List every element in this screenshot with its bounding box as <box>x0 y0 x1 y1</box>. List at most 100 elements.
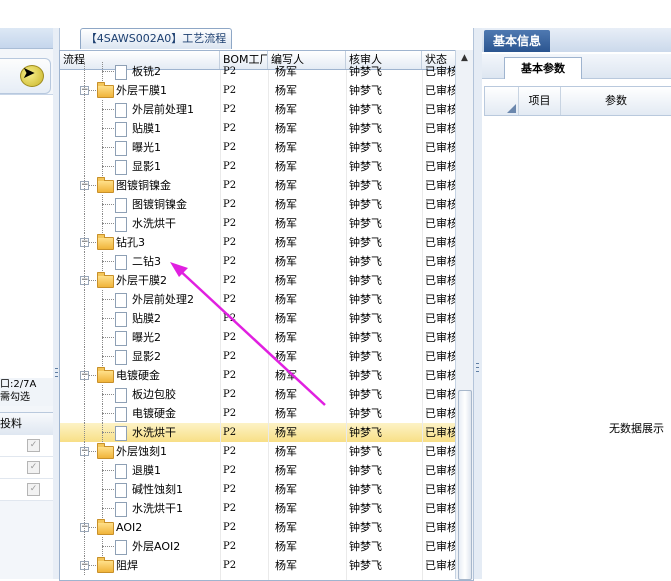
cell-reviewer: 钟梦飞 <box>349 179 382 192</box>
tree-connector <box>84 347 85 366</box>
cell-writer: 杨军 <box>275 122 297 135</box>
tree-step-row[interactable]: 外层AOI2 P2 杨军 钟梦飞 已审核 <box>60 537 457 556</box>
cell-status: 已审核 <box>425 483 457 496</box>
document-icon <box>115 540 127 555</box>
cell-reviewer: 钟梦飞 <box>349 350 382 363</box>
document-icon <box>115 255 127 270</box>
tree-node-label: 板边包胶 <box>132 388 176 401</box>
column-header-item[interactable]: 项目 <box>519 87 561 115</box>
tree-node-label: 碱性蚀刻1 <box>132 483 183 496</box>
folder-icon <box>97 443 114 459</box>
column-header-param[interactable]: 参数 <box>561 87 671 115</box>
cell-writer: 杨军 <box>275 312 297 325</box>
tree-connector <box>102 432 114 433</box>
tree-folder-row[interactable]: − 外层干膜1 P2 杨军 钟梦飞 已审核 <box>60 81 457 100</box>
cell-bom-factory: P2 <box>223 180 237 191</box>
tree-node-label: 外层AOI2 <box>132 540 181 553</box>
left-grid-row[interactable]: ✓ <box>0 479 53 501</box>
cell-flow: 外层AOI2 <box>60 537 220 556</box>
cell-status: 已审核 <box>425 198 457 211</box>
tree-step-row[interactable]: 贴膜2 P2 杨军 钟梦飞 已审核 <box>60 309 457 328</box>
tree-step-row[interactable]: 碱性蚀刻1 P2 杨军 钟梦飞 已审核 <box>60 480 457 499</box>
tree-step-row[interactable]: 图镀铜镍金 P2 杨军 钟梦飞 已审核 <box>60 195 457 214</box>
cell-status: 已审核 <box>425 559 457 572</box>
cell-reviewer: 钟梦飞 <box>349 198 382 211</box>
tree-connector <box>102 356 114 357</box>
cell-bom-factory: P2 <box>223 503 237 514</box>
cell-reviewer: 钟梦飞 <box>349 426 382 439</box>
tree-step-row[interactable]: 贴膜1 P2 杨军 钟梦飞 已审核 <box>60 119 457 138</box>
tree-step-row[interactable]: 水洗烘干 P2 杨军 钟梦飞 已审核 <box>60 423 457 442</box>
tree-step-row[interactable]: 显影1 P2 杨军 钟梦飞 已审核 <box>60 157 457 176</box>
checkbox[interactable]: ✓ <box>27 461 40 474</box>
tree-node-label: 水洗烘干 <box>132 426 176 439</box>
tree-step-row[interactable]: 退膜1 P2 杨军 钟梦飞 已审核 <box>60 461 457 480</box>
tree-node-label: AOI2 <box>116 521 143 534</box>
cell-status: 已审核 <box>425 521 457 534</box>
tree-connector <box>84 100 85 119</box>
scroll-thumb[interactable] <box>458 390 472 580</box>
process-flow-tab[interactable]: 【4SAWS002A0】工艺流程 <box>80 28 232 49</box>
tree-step-row[interactable]: 外层前处理2 P2 杨军 钟梦飞 已审核 <box>60 290 457 309</box>
tree-connector <box>84 518 85 537</box>
tree-folder-row[interactable]: − 阻焊 P2 杨军 钟梦飞 已审核 <box>60 556 457 575</box>
tree-step-row[interactable]: 板边包胶 P2 杨军 钟梦飞 已审核 <box>60 385 457 404</box>
tree-step-row[interactable]: 板铣2 P2 杨军 钟梦飞 已审核 <box>60 62 457 81</box>
checkbox[interactable]: ✓ <box>27 483 40 496</box>
cell-status: 已审核 <box>425 540 457 553</box>
cell-flow: 外层前处理1 <box>60 100 220 119</box>
cell-reviewer: 钟梦飞 <box>349 65 382 78</box>
tree-folder-row[interactable]: − 电镀硬金 P2 杨军 钟梦飞 已审核 <box>60 366 457 385</box>
column-divider <box>422 70 423 580</box>
document-icon <box>115 198 127 213</box>
folder-icon <box>97 272 114 288</box>
tab-basic-info[interactable]: 基本信息 <box>484 30 550 52</box>
cell-status: 已审核 <box>425 217 457 230</box>
document-icon <box>115 407 127 422</box>
tree-connector <box>102 204 114 205</box>
document-icon <box>115 331 127 346</box>
tree-folder-row[interactable]: − 外层干膜2 P2 杨军 钟梦飞 已审核 <box>60 271 457 290</box>
cell-bom-factory: P2 <box>223 332 237 343</box>
tree-connector <box>84 252 85 271</box>
tree-step-row[interactable]: 二钻3 P2 杨军 钟梦飞 已审核 <box>60 252 457 271</box>
left-grid-row[interactable]: ✓ <box>0 457 53 479</box>
left-list-area <box>0 94 53 380</box>
checkbox[interactable]: ✓ <box>27 439 40 452</box>
tree-step-row[interactable]: 显影2 P2 杨军 钟梦飞 已审核 <box>60 347 457 366</box>
tree-step-row[interactable]: 水洗烘干 P2 杨军 钟梦飞 已审核 <box>60 214 457 233</box>
tab-basic-params[interactable]: 基本参数 <box>504 57 582 79</box>
cell-flow: 板铣2 <box>60 62 220 81</box>
cell-status: 已审核 <box>425 65 457 78</box>
cell-writer: 杨军 <box>275 255 297 268</box>
tree-connector <box>84 423 85 442</box>
left-search-box[interactable]: ➤ <box>0 58 51 94</box>
cell-status: 已审核 <box>425 236 457 249</box>
tree-step-row[interactable]: 水洗烘干1 P2 杨军 钟梦飞 已审核 <box>60 499 457 518</box>
cell-writer: 杨军 <box>275 103 297 116</box>
cell-status: 已审核 <box>425 141 457 154</box>
tree-step-row[interactable]: 曝光2 P2 杨军 钟梦飞 已审核 <box>60 328 457 347</box>
tree-folder-row[interactable]: − AOI2 P2 杨军 钟梦飞 已审核 <box>60 518 457 537</box>
cell-bom-factory: P2 <box>223 104 237 115</box>
tree-folder-row[interactable]: − 外层蚀刻1 P2 杨军 钟梦飞 已审核 <box>60 442 457 461</box>
tree-folder-row[interactable]: − 图镀铜镍金 P2 杨军 钟梦飞 已审核 <box>60 176 457 195</box>
left-grid-row[interactable]: ✓ <box>0 435 53 457</box>
column-divider <box>268 70 269 580</box>
tree-step-row[interactable]: 外层前处理1 P2 杨军 钟梦飞 已审核 <box>60 100 457 119</box>
cell-writer: 杨军 <box>275 179 297 192</box>
tree-connector <box>84 81 85 100</box>
cell-writer: 杨军 <box>275 198 297 211</box>
right-sub-tab-bar: 基本参数 <box>482 54 671 79</box>
cell-status: 已审核 <box>425 388 457 401</box>
cell-reviewer: 钟梦飞 <box>349 312 382 325</box>
scroll-up-arrow-icon[interactable]: ▲ <box>456 50 473 67</box>
grid-vertical-scrollbar[interactable]: ▲ <box>455 50 473 580</box>
tree-step-row[interactable]: 曝光1 P2 杨军 钟梦飞 已审核 <box>60 138 457 157</box>
cell-writer: 杨军 <box>275 483 297 496</box>
tree-connector <box>84 233 85 252</box>
tree-step-row[interactable]: 电镀硬金 P2 杨军 钟梦飞 已审核 <box>60 404 457 423</box>
tree-connector <box>84 537 85 556</box>
splitter-grip <box>476 363 479 364</box>
tree-folder-row[interactable]: − 钻孔3 P2 杨军 钟梦飞 已审核 <box>60 233 457 252</box>
